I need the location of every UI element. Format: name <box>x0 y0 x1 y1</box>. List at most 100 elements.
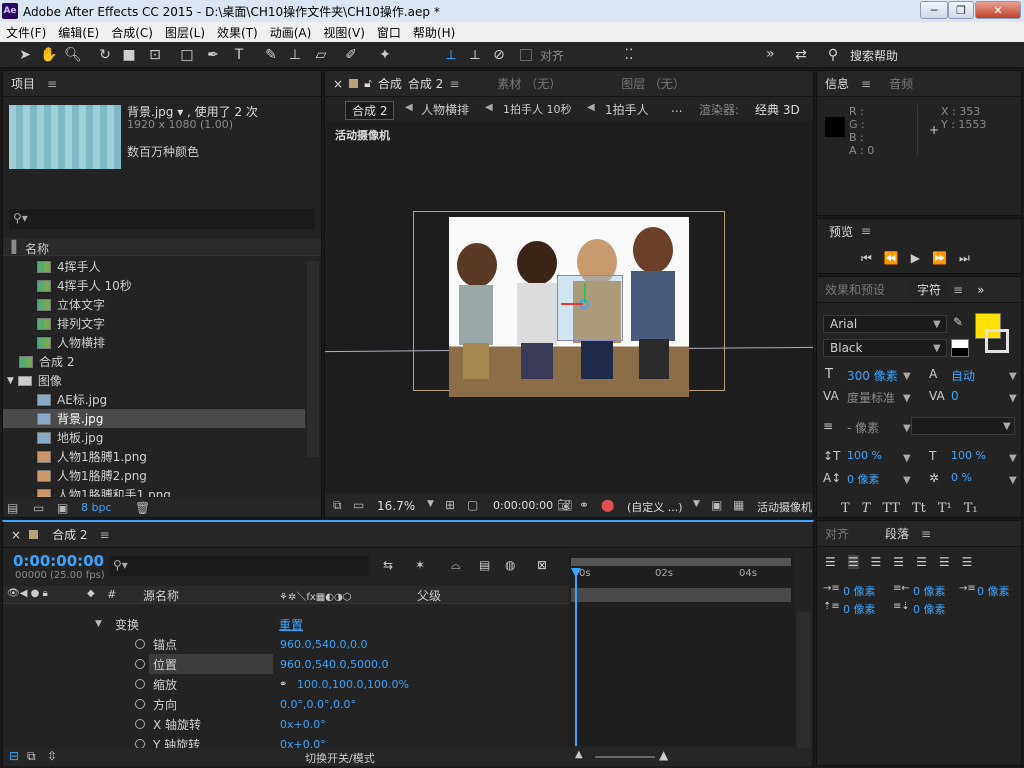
expand-triangle-icon[interactable]: ▼ <box>7 376 14 386</box>
toggle-switches-modes-button[interactable]: 切换开关/模式 <box>305 750 375 766</box>
align-center-button[interactable]: ☰ <box>847 555 859 569</box>
selected-layer-bounds[interactable] <box>557 275 623 341</box>
puppet-pin-tool-icon[interactable]: ✦ <box>376 46 394 64</box>
graph-editor-icon[interactable]: ⊠ <box>537 558 547 572</box>
stopwatch-icon[interactable] <box>135 699 145 709</box>
list-item[interactable]: 地板.jpg <box>3 428 305 447</box>
y-axis-gizmo[interactable] <box>584 283 586 303</box>
source-name-header[interactable]: 源名称 <box>143 587 179 604</box>
zoom-out-icon[interactable]: ▲ <box>575 749 583 760</box>
justify-last-center-button[interactable]: ☰ <box>916 555 927 569</box>
menu-view[interactable]: 视图(V) <box>317 24 371 41</box>
stopwatch-icon[interactable] <box>135 639 145 649</box>
snap-options-icon[interactable]: ⁚⁚ <box>620 46 638 64</box>
tracking-value[interactable]: 0 <box>951 389 959 403</box>
new-composition-icon[interactable]: ▣ <box>57 501 68 515</box>
always-preview-icon[interactable]: ⧉ <box>333 498 342 513</box>
first-frame-icon[interactable]: ⏮ <box>861 251 872 266</box>
property-row-selected[interactable]: 位置 960.0,540.0,5000.0 <box>3 654 563 674</box>
new-folder-icon[interactable]: ▭ <box>33 501 44 515</box>
tab-layer[interactable]: 图层 （无） <box>613 75 693 92</box>
layer-switches-icon[interactable]: ⊟ <box>9 749 19 763</box>
timeline-graph-area[interactable]: 0s 02s 04s <box>569 550 795 746</box>
workspace-switch-icon[interactable]: ⇄ <box>792 46 810 64</box>
project-search-input[interactable]: ⚲▾ <box>9 209 315 229</box>
tab-effects-presets[interactable]: 效果和预设 <box>817 281 893 298</box>
justify-last-left-button[interactable]: ☰ <box>893 555 904 569</box>
zoom-slider[interactable] <box>595 756 655 758</box>
list-item[interactable]: 人物1胳膊2.png <box>3 466 305 485</box>
workspace-more-icon[interactable]: » <box>766 46 775 62</box>
search-help-input[interactable]: 搜索帮助 <box>850 47 898 64</box>
chevron-down-icon[interactable]: ▼ <box>1009 475 1017 486</box>
space-after-value[interactable]: 0 像素 <box>913 601 946 617</box>
breadcrumb-item[interactable]: 1拍手人 <box>605 101 649 118</box>
faux-bold-button[interactable]: T <box>841 501 850 516</box>
menu-edit[interactable]: 编辑(E) <box>52 24 105 41</box>
tab-composition-name[interactable]: 合成 2 <box>406 75 445 92</box>
brush-tool-icon[interactable]: ✎ <box>262 46 280 64</box>
restore-button[interactable]: ❐ <box>948 1 974 19</box>
stroke-type-select[interactable] <box>911 417 1015 435</box>
hide-shy-layers-icon[interactable]: ⌓ <box>451 558 461 573</box>
current-time-display[interactable]: 0:00:00:00 <box>13 552 104 570</box>
eraser-tool-icon[interactable]: ▱ <box>312 46 330 64</box>
property-row[interactable]: X 轴旋转 0x+0.0° <box>3 714 563 734</box>
stroke-color-swatch[interactable] <box>985 329 1009 353</box>
camera-tool-icon[interactable]: ■ <box>120 46 138 64</box>
chevron-down-icon[interactable]: ▼ <box>1009 453 1017 464</box>
motion-blur-icon[interactable]: ◍ <box>505 558 515 572</box>
mask-visibility-icon[interactable]: ▢ <box>467 498 478 512</box>
indent-left-value[interactable]: 0 像素 <box>843 583 876 599</box>
menu-file[interactable]: 文件(F) <box>0 24 52 41</box>
faux-italic-button[interactable]: T <box>862 501 871 516</box>
leading-value[interactable]: 自动 <box>951 367 975 384</box>
snap-checkbox[interactable] <box>520 49 532 61</box>
in-out-stretch-icon[interactable]: ⇳ <box>47 749 57 763</box>
expand-triangle-icon[interactable]: ▼ <box>95 619 102 629</box>
horizontal-scale-value[interactable]: 100 % <box>951 449 986 462</box>
chevron-down-icon[interactable]: ▼ <box>903 393 911 404</box>
menu-window[interactable]: 窗口 <box>371 24 407 41</box>
next-frame-icon[interactable]: ⏩ <box>932 251 947 266</box>
work-area-bar[interactable] <box>571 588 791 602</box>
panel-menu-icon[interactable]: ≡ <box>100 528 110 542</box>
play-icon[interactable]: ▶ <box>911 251 920 266</box>
align-left-button[interactable]: ☰ <box>825 555 836 569</box>
project-scrollbar[interactable] <box>307 261 319 457</box>
resolution-select[interactable]: (自定义 ...) <box>627 499 683 515</box>
close-tab-icon[interactable]: × <box>325 77 345 91</box>
chevron-down-icon[interactable]: ▼ <box>427 499 434 509</box>
font-family-select[interactable]: Arial <box>823 315 947 333</box>
breadcrumb-more[interactable]: ... <box>671 101 682 115</box>
chevron-down-icon[interactable]: ▼ <box>903 475 911 486</box>
tab-info[interactable]: 信息 <box>817 75 857 92</box>
list-item[interactable]: AE标.jpg <box>3 390 305 409</box>
chevron-down-icon[interactable]: ▼ <box>903 453 911 464</box>
composition-mini-flowchart-icon[interactable]: ⇆ <box>383 558 393 572</box>
panel-menu-icon[interactable]: ≡ <box>449 77 459 91</box>
project-tab[interactable]: 项目 <box>3 75 43 92</box>
chevron-down-icon[interactable]: ▼ <box>903 371 911 382</box>
delete-icon[interactable]: 🗑︎ <box>135 501 150 515</box>
tab-footage[interactable]: 素材 （无） <box>489 75 569 92</box>
panel-menu-icon[interactable]: ≡ <box>953 283 963 297</box>
lock-icon[interactable]: 🔓︎ <box>362 76 374 91</box>
tab-audio[interactable]: 音频 <box>881 75 921 92</box>
property-row[interactable]: 方向 0.0°,0.0°,0.0° <box>3 694 563 714</box>
snapshot-icon[interactable]: 📷︎ <box>557 498 572 512</box>
clone-stamp-tool-icon[interactable]: ⊥ <box>286 46 304 64</box>
stopwatch-icon[interactable] <box>135 719 145 729</box>
local-axis-icon[interactable]: ⟂ <box>442 46 460 64</box>
tab-align[interactable]: 对齐 <box>817 525 857 542</box>
property-value[interactable]: 960.0,540.0,0.0 <box>280 638 367 651</box>
property-row[interactable]: 缩放 ⚭ 100.0,100.0,100.0% <box>3 674 563 694</box>
hand-tool-icon[interactable]: ✋ <box>40 46 58 64</box>
minimize-button[interactable]: ─ <box>920 1 948 19</box>
time-navigator[interactable] <box>571 558 791 566</box>
list-item[interactable]: 人物1胳膊1.png <box>3 447 305 466</box>
more-panels-icon[interactable]: » <box>969 283 992 297</box>
current-time-indicator[interactable] <box>575 570 577 746</box>
panel-menu-icon[interactable]: ≡ <box>861 77 871 91</box>
breadcrumb-item[interactable]: 1拍手人 10秒 <box>503 101 572 117</box>
